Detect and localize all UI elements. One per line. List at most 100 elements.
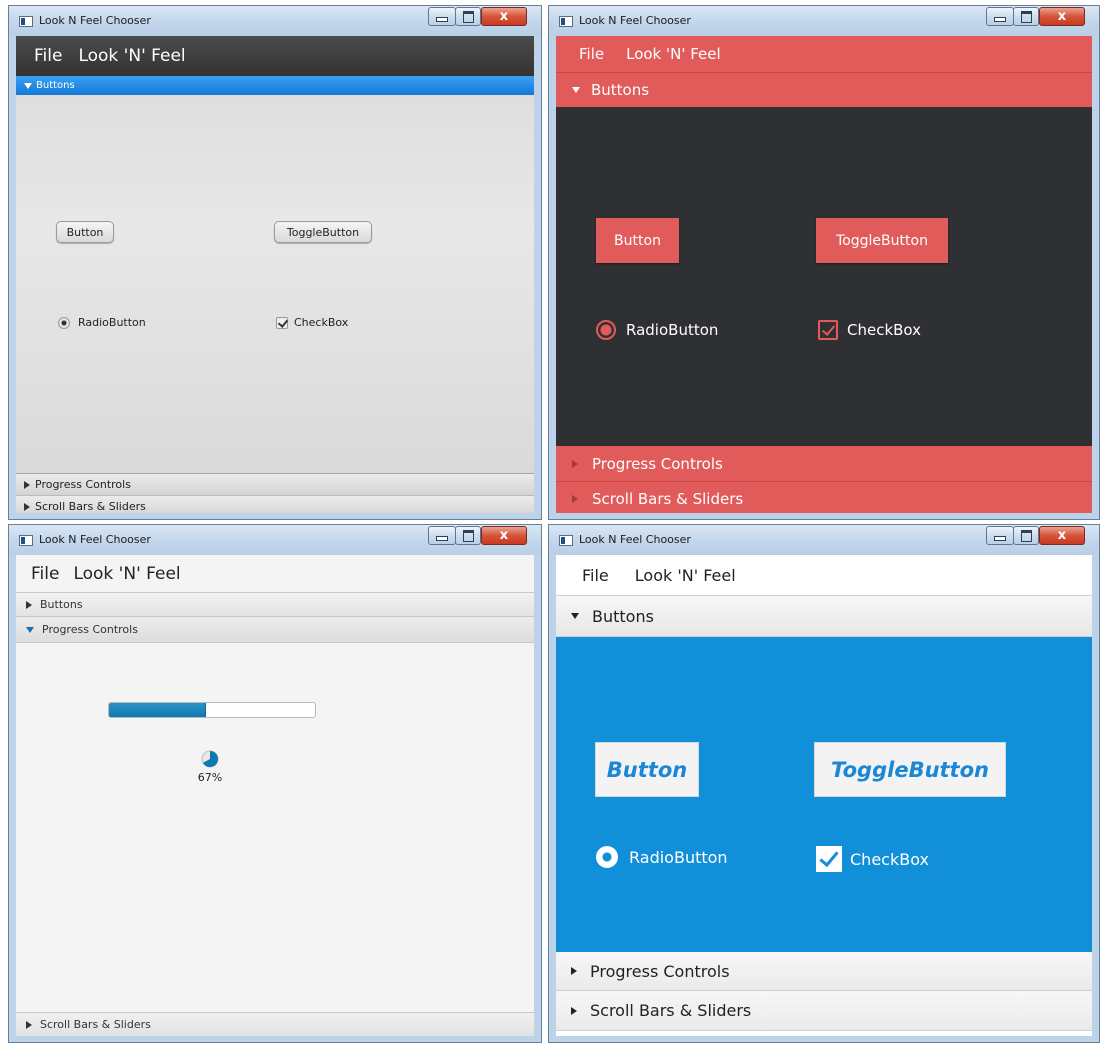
minimize-icon — [987, 8, 1013, 25]
title-bar[interactable]: Look N Feel Chooser x — [9, 525, 541, 555]
minimize-icon — [429, 527, 455, 544]
maximize-button[interactable] — [455, 526, 481, 545]
demo-button[interactable]: Button — [596, 218, 679, 263]
menu-look-n-feel[interactable]: Look 'N' Feel — [78, 46, 185, 66]
close-icon: x — [1057, 9, 1067, 24]
accordion-header-label: Buttons — [591, 81, 650, 99]
accordion-header-scroll[interactable]: Scroll Bars & Sliders — [16, 1012, 534, 1036]
accordion-header-label: Scroll Bars & Sliders — [40, 1018, 151, 1031]
demo-checkbox[interactable]: CheckBox — [276, 316, 348, 329]
accordion-header-label: Progress Controls — [42, 623, 138, 636]
menu-look-n-feel[interactable]: Look 'N' Feel — [73, 564, 180, 584]
maximize-icon — [1014, 8, 1038, 25]
demo-toggle-button[interactable]: ToggleButton — [816, 218, 948, 263]
minimize-icon — [429, 8, 455, 25]
progress-indicator-icon — [201, 750, 219, 768]
app-icon — [559, 16, 573, 27]
chevron-right-icon — [572, 459, 578, 468]
minimize-button[interactable] — [428, 526, 456, 545]
radio-label: RadioButton — [78, 316, 146, 329]
maximize-icon — [1014, 527, 1038, 544]
accordion-header-progress[interactable]: Progress Controls — [556, 952, 1092, 991]
minimize-button[interactable] — [986, 526, 1014, 545]
menu-look-n-feel[interactable]: Look 'N' Feel — [635, 566, 736, 585]
close-button[interactable]: x — [481, 526, 527, 545]
accordion-header-label: Scroll Bars & Sliders — [35, 500, 146, 513]
close-icon: x — [499, 9, 509, 24]
progress-indicator-label: 67% — [197, 771, 223, 784]
app-icon — [559, 535, 573, 546]
close-button[interactable]: x — [1039, 526, 1085, 545]
menu-look-n-feel[interactable]: Look 'N' Feel — [626, 45, 721, 63]
accordion-header-progress[interactable]: Progress Controls — [556, 446, 1092, 481]
menu-file[interactable]: File — [34, 46, 62, 66]
accordion-header-progress[interactable]: Progress Controls — [16, 617, 534, 643]
progress-bar — [108, 702, 316, 718]
menu-bar: File Look 'N' Feel — [556, 555, 1092, 596]
window-title: Look N Feel Chooser — [579, 14, 691, 27]
window-title: Look N Feel Chooser — [579, 533, 691, 546]
radio-indicator — [58, 316, 70, 329]
title-bar[interactable]: Look N Feel Chooser x — [9, 6, 541, 36]
chevron-right-icon — [26, 1020, 32, 1029]
window-progress-demo: Look N Feel Chooser x File Look 'N' Feel… — [8, 524, 542, 1043]
window-title: Look N Feel Chooser — [39, 14, 151, 27]
accordion-header-scroll[interactable]: Scroll Bars & Sliders — [16, 495, 534, 513]
demo-radio-button[interactable]: RadioButton — [596, 846, 728, 868]
title-bar[interactable]: Look N Feel Chooser x — [549, 6, 1099, 36]
close-button[interactable]: x — [481, 7, 527, 26]
accordion-header-label: Progress Controls — [592, 454, 723, 473]
accordion-header-buttons[interactable]: Buttons — [16, 76, 534, 95]
accordion-header-buttons[interactable]: Buttons — [556, 596, 1092, 637]
title-bar[interactable]: Look N Feel Chooser x — [549, 525, 1099, 555]
maximize-button[interactable] — [1013, 7, 1039, 26]
window-client: File Look 'N' Feel Buttons Button Toggle… — [16, 36, 534, 513]
accordion-header-progress[interactable]: Progress Controls — [16, 473, 534, 495]
checkbox-indicator — [816, 846, 842, 872]
checkbox-label: CheckBox — [850, 849, 929, 869]
chevron-down-icon — [572, 87, 580, 93]
close-icon: x — [1057, 528, 1067, 543]
window-title: Look N Feel Chooser — [39, 533, 151, 546]
minimize-button[interactable] — [986, 7, 1014, 26]
accordion-header-scroll[interactable]: Scroll Bars & Sliders — [556, 991, 1092, 1031]
screenshot-collage: Look N Feel Chooser x File Look 'N' Feel… — [0, 0, 1106, 1048]
demo-button[interactable]: Button — [56, 221, 114, 243]
checkbox-indicator — [276, 316, 288, 329]
menu-file[interactable]: File — [31, 564, 59, 584]
minimize-button[interactable] — [428, 7, 456, 26]
chevron-down-icon — [571, 613, 579, 619]
maximize-button[interactable] — [455, 7, 481, 26]
menu-file[interactable]: File — [582, 566, 609, 585]
accordion-header-buttons[interactable]: Buttons — [16, 593, 534, 617]
window-client: File Look 'N' Feel Buttons Button Toggle… — [556, 36, 1092, 513]
close-icon: x — [499, 528, 509, 543]
chevron-right-icon — [26, 600, 32, 609]
window-red-theme: Look N Feel Chooser x File Look 'N' Feel… — [548, 5, 1100, 520]
chevron-right-icon — [24, 502, 30, 511]
radio-label: RadioButton — [626, 321, 719, 339]
demo-toggle-button[interactable]: ToggleButton — [274, 221, 372, 243]
demo-radio-button[interactable]: RadioButton — [58, 316, 146, 329]
progress-bar-fill — [109, 703, 206, 717]
maximize-icon — [456, 527, 480, 544]
menu-bar: File Look 'N' Feel — [16, 36, 534, 76]
accordion-header-scroll[interactable]: Scroll Bars & Sliders — [556, 481, 1092, 513]
accordion-header-label: Scroll Bars & Sliders — [590, 1001, 752, 1020]
demo-checkbox[interactable]: CheckBox — [818, 320, 921, 340]
close-button[interactable]: x — [1039, 7, 1085, 26]
menu-file[interactable]: File — [579, 45, 604, 63]
maximize-icon — [456, 8, 480, 25]
accordion-header-label: Buttons — [36, 80, 75, 91]
demo-checkbox[interactable]: CheckBox — [816, 846, 929, 872]
maximize-button[interactable] — [1013, 526, 1039, 545]
demo-button[interactable]: Button — [595, 742, 699, 797]
demo-toggle-button[interactable]: ToggleButton — [814, 742, 1006, 797]
accordion-header-buttons[interactable]: Buttons — [556, 72, 1092, 107]
checkbox-label: CheckBox — [847, 321, 922, 339]
chevron-right-icon — [571, 1006, 577, 1015]
demo-radio-button[interactable]: RadioButton — [596, 320, 718, 340]
accordion-header-label: Buttons — [592, 606, 654, 626]
minimize-icon — [987, 527, 1013, 544]
app-icon — [19, 535, 33, 546]
